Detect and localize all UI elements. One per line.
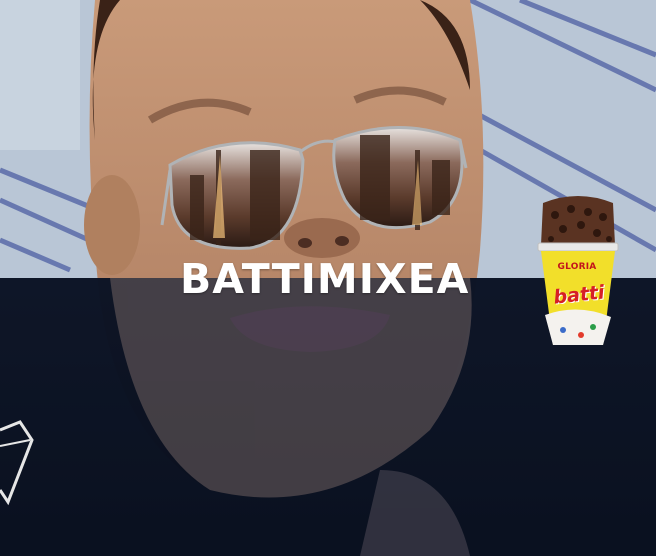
meme-title: BATTIMIXEA [180,255,470,303]
product-cup-image [537,196,619,345]
diamond-outline-icon [0,420,34,506]
product-maker-label: GLORIA [557,262,597,272]
